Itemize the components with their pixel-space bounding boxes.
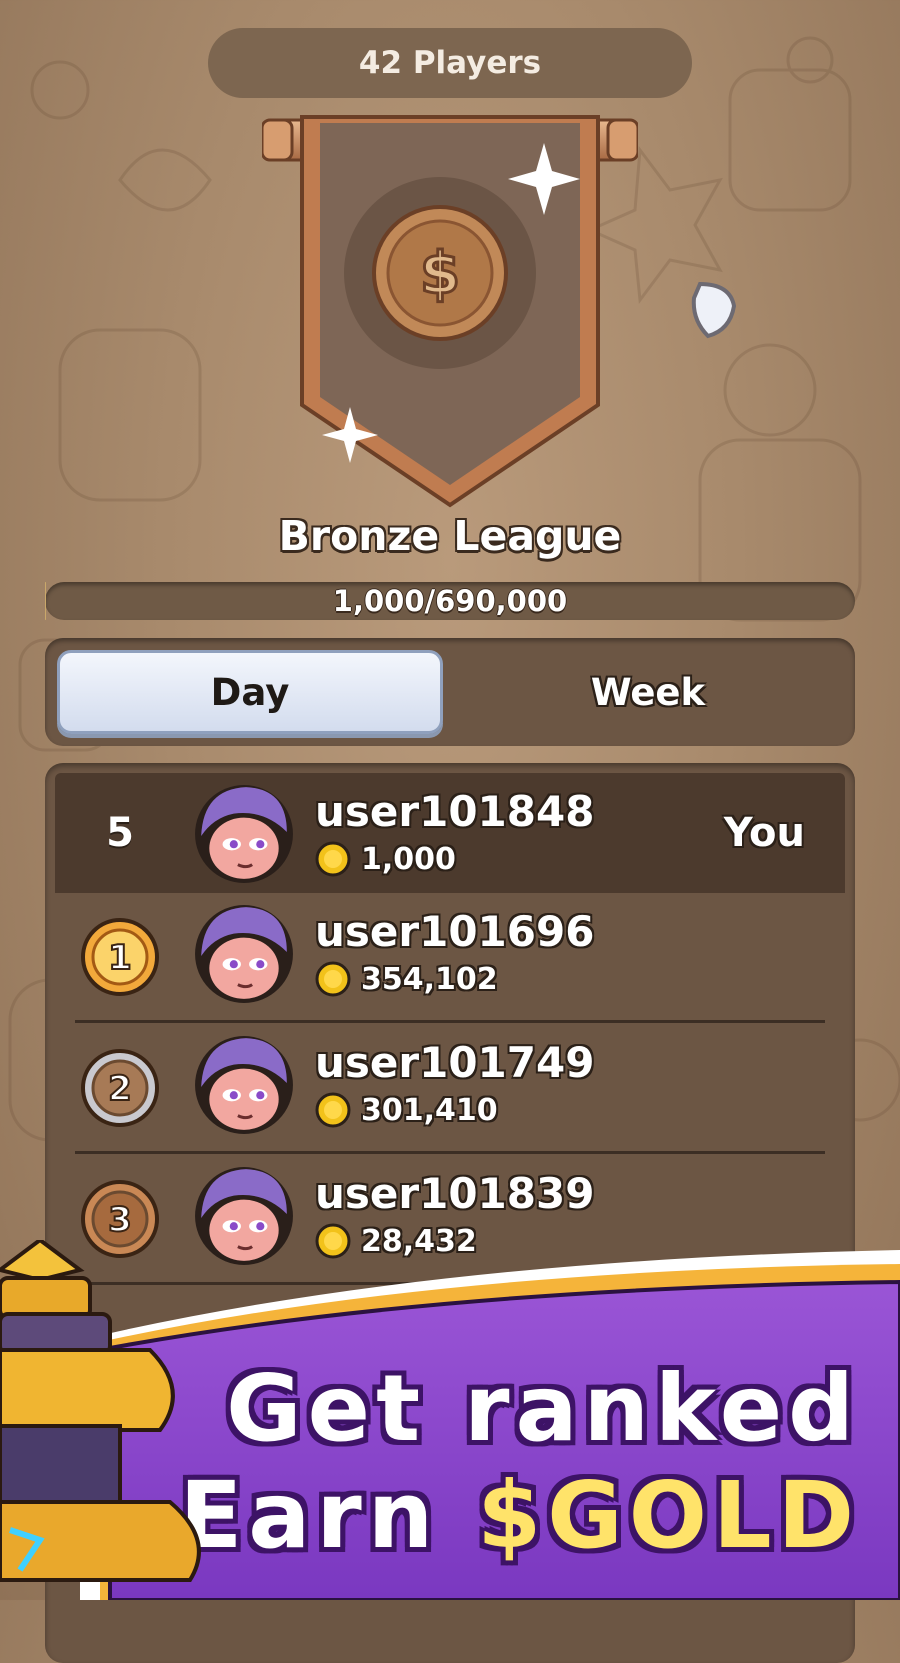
coin-icon (315, 841, 351, 877)
period-tabs: Day Week (45, 638, 855, 746)
progress-fill (45, 582, 47, 620)
score: 354,102 (315, 961, 498, 997)
username: user101848 (315, 787, 595, 836)
league-banner-icon: $ (262, 115, 638, 508)
score: 1,000 (315, 841, 456, 877)
gem-icon (691, 281, 737, 339)
avatar-icon (195, 905, 293, 1003)
leaderboard-row[interactable]: 2 user101749 301,410 (55, 1024, 845, 1154)
score-value: 301,410 (361, 1092, 498, 1128)
promo-headline: Get ranked (226, 1355, 860, 1462)
row-divider (75, 1151, 825, 1154)
avatar-icon (195, 1036, 293, 1134)
score-value: 1,000 (361, 841, 456, 877)
row-divider (75, 1020, 825, 1023)
coin-icon (315, 1092, 351, 1128)
progress-text: 1,000/690,000 (332, 584, 568, 618)
rank-number: 2 (108, 1069, 132, 1109)
silver-medal-icon: 2 (81, 1049, 159, 1127)
promo-gold-text: $GOLD (477, 1462, 860, 1569)
username: user101749 (315, 1038, 595, 1087)
svg-text:$: $ (420, 239, 460, 307)
username: user101696 (315, 907, 595, 956)
coin-icon (315, 961, 351, 997)
my-rank-row[interactable]: 5 user101848 1,000 You (55, 773, 845, 893)
tab-week[interactable]: Week (455, 650, 841, 734)
you-tag: You (723, 810, 805, 856)
tab-day[interactable]: Day (57, 650, 443, 734)
score: 301,410 (315, 1092, 498, 1128)
leaderboard-row[interactable]: 1 user101696 354,102 (55, 893, 845, 1023)
username: user101839 (315, 1169, 595, 1218)
tower-pin-icon (0, 1240, 201, 1582)
rank-number: 1 (108, 938, 132, 978)
players-count-pill: 42 Players (208, 28, 692, 98)
league-progress-bar: 1,000/690,000 (45, 582, 855, 620)
gold-medal-icon: 1 (81, 918, 159, 996)
score-value: 354,102 (361, 961, 498, 997)
rank-number: 5 (106, 810, 134, 856)
avatar-icon (195, 785, 293, 883)
promo-subline: Earn $GOLD (179, 1462, 860, 1569)
league-title: Bronze League (278, 512, 622, 560)
